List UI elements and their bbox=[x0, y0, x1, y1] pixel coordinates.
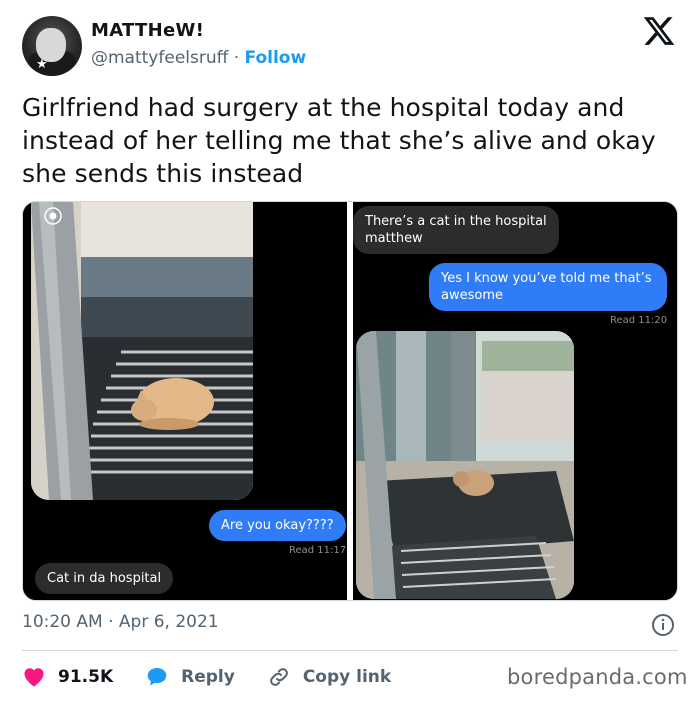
tweet-text: Girlfriend had surgery at the hospital t… bbox=[22, 93, 656, 188]
photo-cat-on-mat[interactable] bbox=[31, 202, 253, 500]
message-received-cat-in-hospital: There’s a cat in the hospital matthew bbox=[353, 206, 559, 254]
message-sent-yes-i-know: Yes I know you’ve told me that’s awesome bbox=[429, 263, 667, 311]
display-name[interactable]: MATTHeW! bbox=[91, 20, 204, 41]
copy-link-button[interactable]: Copy link bbox=[267, 665, 391, 689]
handle[interactable]: @mattyfeelsruff bbox=[91, 48, 228, 68]
reply-label: Reply bbox=[181, 667, 235, 687]
avatar[interactable]: ★ bbox=[22, 16, 82, 76]
tweet-media[interactable]: Are you okay???? Read 11:17 Cat in da ho… bbox=[22, 201, 678, 601]
media-left-screenshot[interactable]: Are you okay???? Read 11:17 Cat in da ho… bbox=[23, 202, 347, 600]
photo-cat-by-window[interactable] bbox=[356, 331, 574, 599]
footer-divider bbox=[22, 650, 678, 651]
heart-icon bbox=[24, 668, 44, 687]
follow-button[interactable]: Follow bbox=[245, 48, 307, 68]
photo-cat-on-mat-image bbox=[31, 202, 253, 500]
copy-link-label: Copy link bbox=[302, 667, 392, 687]
like-button[interactable]: 91.5K bbox=[22, 665, 113, 689]
separator: · bbox=[233, 48, 240, 68]
tweet-timestamp[interactable]: 10:20 AM · Apr 6, 2021 bbox=[22, 612, 219, 632]
info-icon[interactable] bbox=[651, 613, 675, 637]
x-logo-icon[interactable] bbox=[641, 14, 677, 48]
read-receipt-left: Read 11:17 bbox=[289, 545, 347, 556]
boredpanda-watermark: boredpanda.com bbox=[507, 665, 688, 689]
link-icon bbox=[269, 668, 288, 686]
handle-row: @mattyfeelsruff · Follow bbox=[91, 48, 306, 68]
media-right-screenshot[interactable]: There’s a cat in the hospital matthew Ye… bbox=[353, 202, 677, 600]
reply-bubble-icon bbox=[147, 668, 167, 686]
read-receipt-right: Read 11:20 bbox=[610, 315, 668, 326]
photo-cat-by-window-image bbox=[356, 331, 574, 599]
action-bar: 91.5K Reply Copy link bbox=[22, 664, 423, 690]
message-received-cat-in-da-hospital: Cat in da hospital bbox=[35, 563, 174, 594]
like-count: 91.5K bbox=[58, 667, 114, 687]
message-sent-are-you-okay: Are you okay???? bbox=[209, 510, 346, 541]
reply-button[interactable]: Reply bbox=[145, 665, 235, 689]
avatar-star-icon: ★ bbox=[36, 57, 48, 72]
